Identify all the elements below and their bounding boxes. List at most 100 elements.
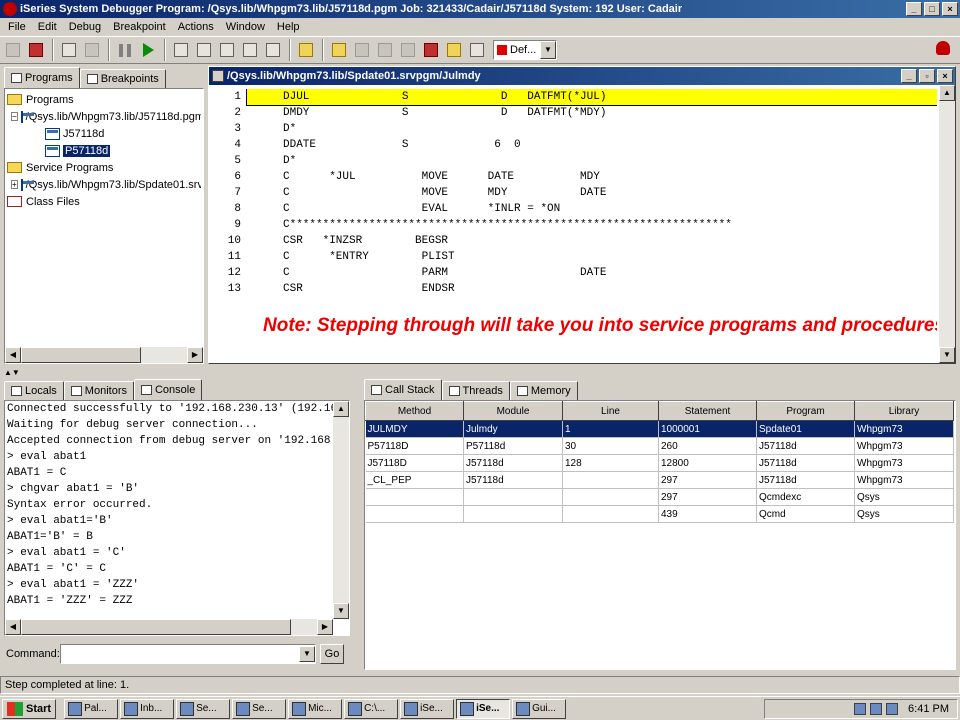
hand-button-4[interactable] [397, 39, 419, 61]
taskbar-task[interactable]: Gui... [512, 698, 567, 719]
hand-button-3[interactable] [374, 39, 396, 61]
clock[interactable]: 6:41 PM [908, 703, 949, 715]
source-line[interactable]: 8 C EVAL *INLR = *ON [211, 201, 937, 217]
source-restore-button[interactable]: ▫ [919, 69, 935, 83]
breakpoint-button[interactable] [443, 39, 465, 61]
tree-service-program-path[interactable]: + /Qsys.lib/Whpgm73.lib/Spdate01.srvpgm [7, 176, 201, 193]
taskbar-task[interactable]: Se... [176, 698, 231, 719]
scroll-up-icon[interactable]: ▲ [333, 401, 349, 417]
tree-module-p57118d[interactable]: P57118d [7, 142, 201, 159]
tab-programs[interactable]: Programs [4, 67, 80, 88]
column-header[interactable]: Method [365, 401, 464, 421]
expand-icon[interactable]: + [11, 180, 18, 189]
title-bar[interactable]: iSeries System Debugger Program: /Qsys.l… [0, 0, 960, 18]
table-row[interactable]: _CL_PEP J57118d 297 J57118d Whpgm73 [365, 471, 954, 489]
maximize-button[interactable]: □ [924, 2, 940, 16]
source-line[interactable]: 6 C *JUL MOVE DATE MDY [211, 169, 937, 185]
clear-breakpoint-button[interactable] [466, 39, 488, 61]
new-program-button[interactable] [58, 39, 80, 61]
column-header[interactable]: Program [756, 401, 855, 421]
menu-debug[interactable]: Debug [63, 21, 107, 33]
source-line[interactable]: 11 C *ENTRY PLIST [211, 249, 937, 265]
tab-console[interactable]: Console [133, 379, 203, 400]
tab-call-stack[interactable]: Call Stack [364, 379, 442, 400]
tree-programs[interactable]: Programs [7, 91, 201, 108]
column-header[interactable]: Statement [658, 401, 757, 421]
source-close-button[interactable]: × [937, 69, 953, 83]
source-minimize-button[interactable]: _ [901, 69, 917, 83]
scroll-thumb[interactable] [21, 619, 291, 635]
resume-button[interactable] [137, 39, 159, 61]
column-header[interactable]: Module [463, 401, 563, 421]
source-vertical-scrollbar[interactable]: ▲ ▼ [939, 85, 955, 363]
taskbar-task[interactable]: C:\... [344, 698, 399, 719]
tree-program-path[interactable]: − /Qsys.lib/Whpgm73.lib/J57118d.pgm [7, 108, 201, 125]
step-into-button[interactable] [193, 39, 215, 61]
source-line[interactable]: 4 DDATE S 6 0 [211, 137, 937, 153]
go-button[interactable]: Go [320, 644, 344, 664]
menu-actions[interactable]: Actions [172, 21, 220, 33]
scroll-down-icon[interactable]: ▼ [333, 603, 349, 619]
minimize-button[interactable]: _ [906, 2, 922, 16]
table-row[interactable]: 439 Qcmd Qsys [365, 505, 954, 523]
scroll-thumb[interactable] [21, 347, 141, 363]
source-line[interactable]: 3 D* [211, 121, 937, 137]
menu-breakpoint[interactable]: Breakpoint [107, 21, 172, 33]
console-horizontal-scrollbar[interactable]: ◀ ▶ [5, 619, 333, 635]
source-line[interactable]: 10 CSR *INZSR BEGSR [211, 233, 937, 249]
table-row[interactable]: 297 Qcmdexc Qsys [365, 488, 954, 506]
table-row[interactable]: J57118D J57118d 128 12800 J57118d Whpgm73 [365, 454, 954, 472]
menu-edit[interactable]: Edit [32, 21, 63, 33]
step-debug-button[interactable] [262, 39, 284, 61]
scroll-left-icon[interactable]: ◀ [5, 347, 21, 363]
column-header[interactable]: Line [562, 401, 659, 421]
source-line[interactable]: 5 D* [211, 153, 937, 169]
source-titlebar[interactable]: /Qsys.lib/Whpgm73.lib/Spdate01.srvpgm/Ju… [209, 67, 955, 85]
tab-memory[interactable]: Memory [509, 381, 578, 400]
source-line[interactable]: 1 DJUL S D DATFMT(*JUL) [211, 89, 937, 106]
taskbar-task[interactable]: Pal... [64, 698, 119, 719]
tree-class-files[interactable]: Class Files [7, 193, 201, 210]
source-line[interactable]: 9 C**************************************… [211, 217, 937, 233]
split-up-icon[interactable]: ▲ [4, 368, 12, 377]
source-line[interactable]: 2 DMDY S D DATFMT(*MDY) [211, 105, 937, 121]
column-header[interactable]: Library [854, 401, 954, 421]
menu-window[interactable]: Window [220, 21, 271, 33]
source-line[interactable]: 12 C PARM DATE [211, 265, 937, 281]
disconnect-button[interactable] [25, 39, 47, 61]
tab-breakpoints[interactable]: Breakpoints [79, 69, 166, 88]
tree-module-j57118d[interactable]: J57118d [7, 125, 201, 142]
chevron-down-icon[interactable]: ▼ [540, 41, 556, 59]
tray-network-icon[interactable] [854, 703, 867, 715]
source-line[interactable]: 7 C MOVE MDY DATE [211, 185, 937, 201]
start-button[interactable]: Start [2, 698, 57, 719]
menu-file[interactable]: File [2, 21, 32, 33]
run-to-cursor-button[interactable] [239, 39, 261, 61]
source-code-area[interactable]: 1 DJUL S D DATFMT(*JUL) 2 DMDY S D DATFMT(*… [211, 89, 937, 361]
chevron-down-icon[interactable]: ▼ [299, 646, 315, 662]
watch-button[interactable] [420, 39, 442, 61]
table-row[interactable]: JULMDY Julmdy 1 1000001 Spdate01 Whpgm73 [365, 420, 954, 438]
halt-button[interactable] [114, 39, 136, 61]
taskbar-task[interactable]: Inb... [120, 698, 175, 719]
scroll-right-icon[interactable]: ▶ [317, 619, 333, 635]
table-row[interactable]: P57118D P57118d 30 260 J57118d Whpgm73 [365, 437, 954, 455]
scroll-right-icon[interactable]: ▶ [187, 347, 203, 363]
taskbar-task[interactable]: iSe... [456, 698, 511, 719]
connect-button[interactable] [2, 39, 24, 61]
split-down-icon[interactable]: ▼ [12, 368, 20, 377]
hand-button-1[interactable] [328, 39, 350, 61]
scroll-up-icon[interactable]: ▲ [939, 85, 955, 101]
close-button[interactable]: × [942, 2, 958, 16]
taskbar-task[interactable]: Se... [232, 698, 287, 719]
tree-service-programs[interactable]: Service Programs [7, 159, 201, 176]
tray-app-icon[interactable] [886, 703, 899, 715]
programs-horizontal-scrollbar[interactable]: ◀ ▶ [5, 347, 203, 363]
scroll-down-icon[interactable]: ▼ [939, 347, 955, 363]
tab-monitors[interactable]: Monitors [63, 381, 134, 400]
tab-locals[interactable]: Locals [4, 381, 64, 400]
tab-threads[interactable]: Threads [441, 381, 510, 400]
menu-help[interactable]: Help [271, 21, 306, 33]
breakpoint-group-select[interactable]: Def... ▼ [493, 40, 557, 60]
tray-volume-icon[interactable] [870, 703, 883, 715]
